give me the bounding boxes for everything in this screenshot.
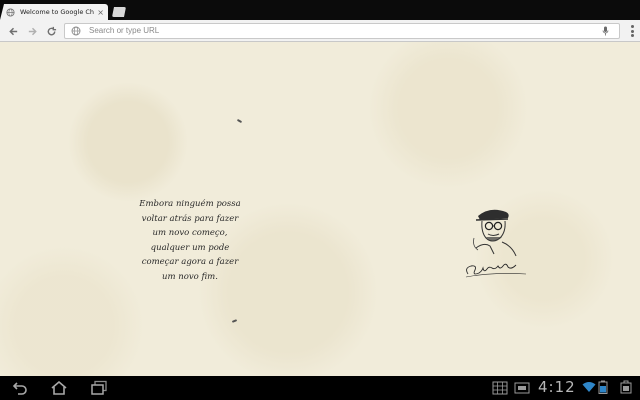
browser-toolbar: Search or type URL — [0, 20, 640, 42]
back-arrow-icon[interactable] — [6, 24, 20, 38]
quote-text: Embora ninguém possa voltar atrás para f… — [120, 197, 260, 284]
microphone-icon[interactable] — [602, 26, 609, 36]
clock[interactable]: 4:12 — [538, 378, 576, 396]
battery-icon — [598, 380, 608, 394]
quote-line: Embora ninguém possa — [139, 199, 241, 209]
tab-welcome[interactable]: Welcome to Google Chrome × — [0, 4, 108, 20]
globe-icon — [6, 7, 15, 17]
quote-line: começar agora a fazer — [141, 257, 239, 267]
portrait-sketch — [465, 209, 527, 278]
address-bar[interactable]: Search or type URL — [64, 23, 620, 39]
reload-icon[interactable] — [44, 24, 58, 38]
notification-icon[interactable] — [620, 380, 632, 394]
forward-arrow-icon[interactable] — [25, 24, 39, 38]
quote-line: voltar atrás para fazer — [141, 213, 239, 224]
paper-speck — [231, 319, 238, 323]
close-tab-icon[interactable]: × — [97, 8, 104, 17]
screenshot-icon[interactable] — [514, 381, 530, 395]
quote-line: qualquer um pode — [150, 242, 230, 253]
back-icon[interactable] — [12, 381, 28, 395]
app-drawer-icon[interactable] — [492, 381, 508, 395]
paper-speck — [236, 118, 243, 124]
overflow-menu-icon[interactable] — [630, 25, 634, 37]
tab-strip: Welcome to Google Chrome × — [0, 0, 640, 20]
system-navigation-bar: 4:12 — [0, 376, 640, 400]
address-placeholder: Search or type URL — [89, 26, 160, 35]
home-icon[interactable] — [50, 380, 68, 396]
page-content: Embora ninguém possa voltar atrás para f… — [0, 42, 640, 376]
tab-title: Welcome to Google Chrome — [20, 8, 95, 16]
new-tab-button[interactable] — [112, 7, 126, 17]
globe-icon — [71, 26, 81, 36]
wifi-icon — [582, 382, 596, 392]
quote-line: um novo fim. — [162, 271, 218, 282]
recent-apps-icon[interactable] — [90, 380, 108, 396]
quote-line: um novo começo, — [152, 228, 228, 238]
